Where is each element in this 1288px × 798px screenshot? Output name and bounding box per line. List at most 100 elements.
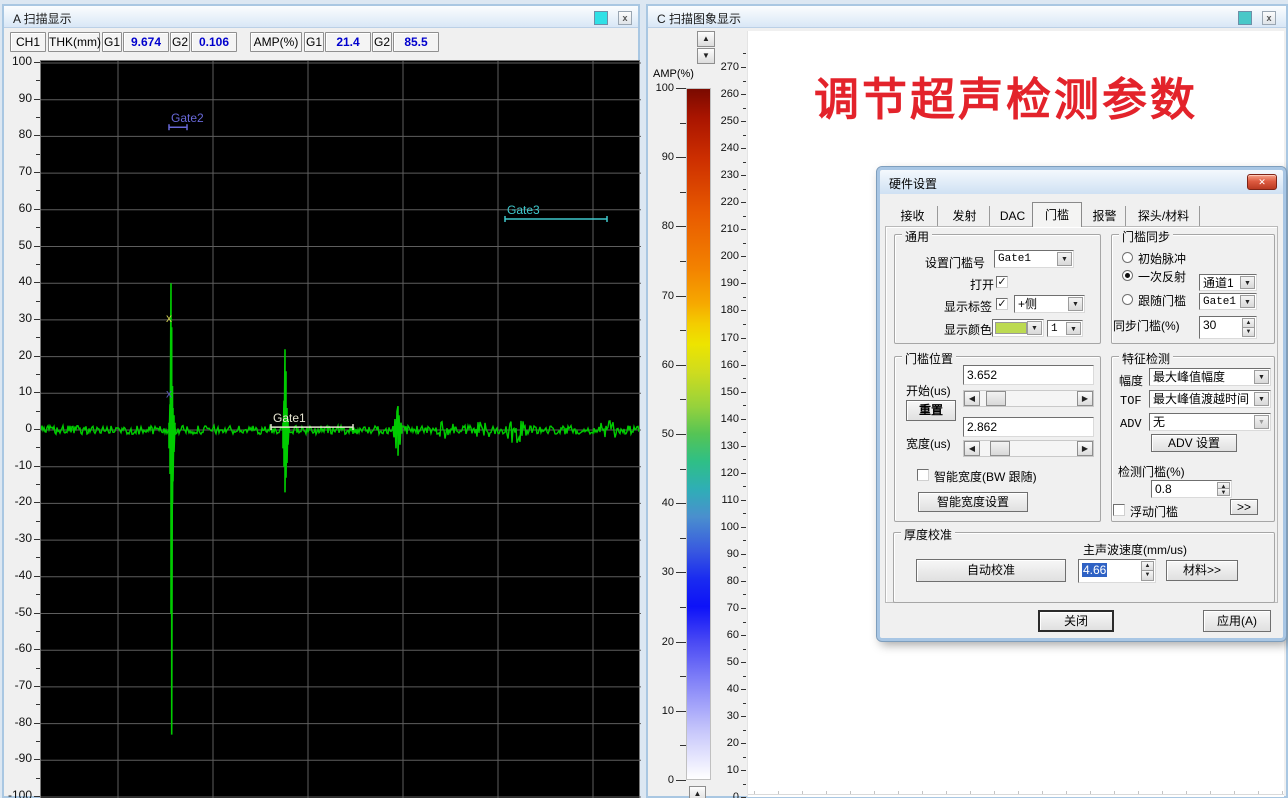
- open-checkbox[interactable]: ✓: [996, 276, 1008, 288]
- ruler-tick-label: 20: [714, 737, 739, 749]
- y-axis-tick-label: 70: [6, 164, 32, 178]
- close-button[interactable]: 关闭: [1038, 610, 1114, 632]
- y-axis-tick-label: -20: [6, 494, 32, 508]
- colorbar-scroll-bottom-button[interactable]: ▲: [689, 786, 706, 798]
- ruler-tick-label: 60: [714, 629, 739, 641]
- gate-number-dropdown[interactable]: Gate1▼: [994, 250, 1074, 268]
- display-color-dropdown[interactable]: ▼: [992, 319, 1044, 337]
- sync-gate-percent-spinner[interactable]: 30 ▲▼: [1199, 316, 1257, 339]
- chevron-down-icon[interactable]: ▼: [1254, 370, 1269, 384]
- chevron-down-icon[interactable]: ▼: [1066, 322, 1081, 335]
- colorbar-tick-label: 0: [648, 774, 674, 786]
- label-side-value: +侧: [1018, 297, 1067, 312]
- ruler-tick-label: 0: [714, 791, 739, 798]
- y-axis-tick-label: -80: [6, 715, 32, 729]
- chevron-down-icon[interactable]: ▼: [1068, 297, 1083, 311]
- reset-button[interactable]: 重置: [906, 400, 956, 421]
- colorbar-scale: 1009080706050403020100: [648, 6, 686, 798]
- ascan-maximize-button[interactable]: [594, 11, 608, 25]
- colorbar-tick-label: 60: [648, 359, 674, 371]
- ascan-plot[interactable]: Gate2Gate1Gate3xx: [40, 60, 640, 798]
- radio-first-reflection-label[interactable]: 一次反射: [1138, 268, 1186, 285]
- amp-label-box: AMP(%): [250, 32, 302, 52]
- ruler-tick-label: 50: [714, 656, 739, 668]
- smart-width-settings-button[interactable]: 智能宽度设置: [918, 492, 1028, 512]
- spinner-down-icon[interactable]: ▼: [1141, 570, 1154, 581]
- start-us-scrollbar[interactable]: ◀ ▶: [963, 390, 1094, 407]
- ruler-tick-label: 230: [714, 169, 739, 181]
- spinner-down-icon[interactable]: ▼: [1242, 327, 1255, 338]
- tab-item-4[interactable]: 报警: [1084, 206, 1126, 227]
- adv-settings-button[interactable]: ADV 设置: [1151, 434, 1237, 452]
- ascan-toolbar: CH1 THK(mm) G1 9.674 G2 0.106 AMP(%) G1 …: [4, 29, 638, 55]
- apply-button[interactable]: 应用(A): [1203, 610, 1271, 632]
- ascan-close-button[interactable]: x: [618, 11, 632, 25]
- scroll-left-icon[interactable]: ◀: [964, 441, 980, 456]
- auto-calibrate-button[interactable]: 自动校准: [916, 559, 1066, 582]
- colorbar-scroll-down-button[interactable]: ▼: [697, 48, 715, 64]
- floating-gate-label[interactable]: 浮动门槛: [1130, 503, 1178, 520]
- dialog-close-icon[interactable]: ✕: [1247, 174, 1277, 190]
- floating-gate-checkbox[interactable]: [1113, 504, 1125, 516]
- detect-gate-spinner[interactable]: 0.8 ▲▼: [1151, 480, 1232, 498]
- scroll-left-icon[interactable]: ◀: [964, 391, 980, 406]
- ruler-tick-label: 120: [714, 467, 739, 479]
- ruler-tick-label: 210: [714, 223, 739, 235]
- tab-item-0[interactable]: 接收: [888, 206, 938, 227]
- colorbar-tick-label: 30: [648, 566, 674, 578]
- group-thickness-cal-legend: 厚度校准: [901, 526, 955, 543]
- dialog-titlebar[interactable]: 硬件设置 ✕: [880, 170, 1283, 194]
- material-button[interactable]: 材料>>: [1166, 560, 1238, 581]
- start-scroll-thumb[interactable]: [986, 391, 1006, 406]
- scroll-right-icon[interactable]: ▶: [1077, 391, 1093, 406]
- chevron-down-icon[interactable]: ▼: [1240, 295, 1255, 308]
- radio-initial-pulse-label[interactable]: 初始脉冲: [1138, 250, 1186, 267]
- sync-gate-dropdown[interactable]: Gate1▼: [1199, 293, 1257, 310]
- smart-width-checkbox[interactable]: [917, 469, 929, 481]
- tab-item-1[interactable]: 发射: [940, 206, 990, 227]
- group-gate-position-legend: 门槛位置: [902, 350, 956, 367]
- tab-item-2[interactable]: DAC: [992, 206, 1034, 227]
- smart-width-label[interactable]: 智能宽度(BW 跟随): [934, 468, 1037, 485]
- ruler-tick-label: 270: [714, 61, 739, 73]
- y-axis-tick-label: 90: [6, 91, 32, 105]
- width-scroll-thumb[interactable]: [990, 441, 1010, 456]
- tab-item-5[interactable]: 探头/材料: [1128, 206, 1200, 227]
- chevron-down-icon[interactable]: ▼: [1027, 321, 1042, 335]
- cscan-close-button[interactable]: x: [1262, 11, 1276, 25]
- spinner-down-icon[interactable]: ▼: [1217, 488, 1230, 496]
- amplitude-colorbar: [686, 88, 711, 780]
- chevron-down-icon[interactable]: ▼: [1240, 276, 1255, 289]
- radio-follow-gate-label[interactable]: 跟随门槛: [1138, 292, 1186, 309]
- more-button[interactable]: >>: [1230, 499, 1258, 515]
- amplitude-mode-dropdown[interactable]: 最大峰值幅度▼: [1149, 368, 1271, 386]
- channel-box[interactable]: CH1: [10, 32, 46, 52]
- chevron-down-icon[interactable]: ▼: [1057, 252, 1072, 266]
- thk-g2-value: 0.106: [191, 32, 237, 52]
- start-us-field[interactable]: 3.652: [963, 365, 1094, 385]
- color-index-dropdown[interactable]: 1▼: [1047, 320, 1083, 337]
- y-axis-tick-label: -40: [6, 568, 32, 582]
- hardware-settings-dialog: 硬件设置 ✕ 接收发射DAC门槛报警探头/材料 通用 设置门槛号 Gate1▼ …: [877, 167, 1286, 641]
- width-us-scrollbar[interactable]: ◀ ▶: [963, 440, 1094, 457]
- velocity-spinner[interactable]: 4.66 ▲▼: [1078, 559, 1156, 583]
- show-label-checkbox[interactable]: ✓: [996, 298, 1008, 310]
- tof-mode-dropdown[interactable]: 最大峰值渡越时间▼: [1149, 390, 1271, 408]
- cscan-maximize-button[interactable]: [1238, 11, 1252, 25]
- sync-gate-percent-label: 同步门槛(%): [1113, 317, 1180, 334]
- scroll-right-icon[interactable]: ▶: [1077, 441, 1093, 456]
- colorbar-tick-label: 50: [648, 428, 674, 440]
- radio-initial-pulse[interactable]: [1122, 252, 1133, 263]
- colorbar-tick-label: 10: [648, 705, 674, 717]
- label-side-dropdown[interactable]: +侧▼: [1014, 295, 1085, 313]
- width-us-field[interactable]: 2.862: [963, 417, 1094, 437]
- colorbar-scroll-up-button[interactable]: ▲: [697, 31, 715, 47]
- radio-first-reflection[interactable]: [1122, 270, 1133, 281]
- radio-follow-gate[interactable]: [1122, 294, 1133, 305]
- gate-label-gate3: Gate3: [507, 203, 540, 217]
- sync-channel-dropdown[interactable]: 通道1▼: [1199, 274, 1257, 291]
- y-axis-tick-label: 100: [6, 54, 32, 68]
- chevron-down-icon[interactable]: ▼: [1254, 392, 1269, 406]
- tab-gate[interactable]: 门槛: [1032, 202, 1082, 227]
- y-axis-tick-label: 40: [6, 274, 32, 288]
